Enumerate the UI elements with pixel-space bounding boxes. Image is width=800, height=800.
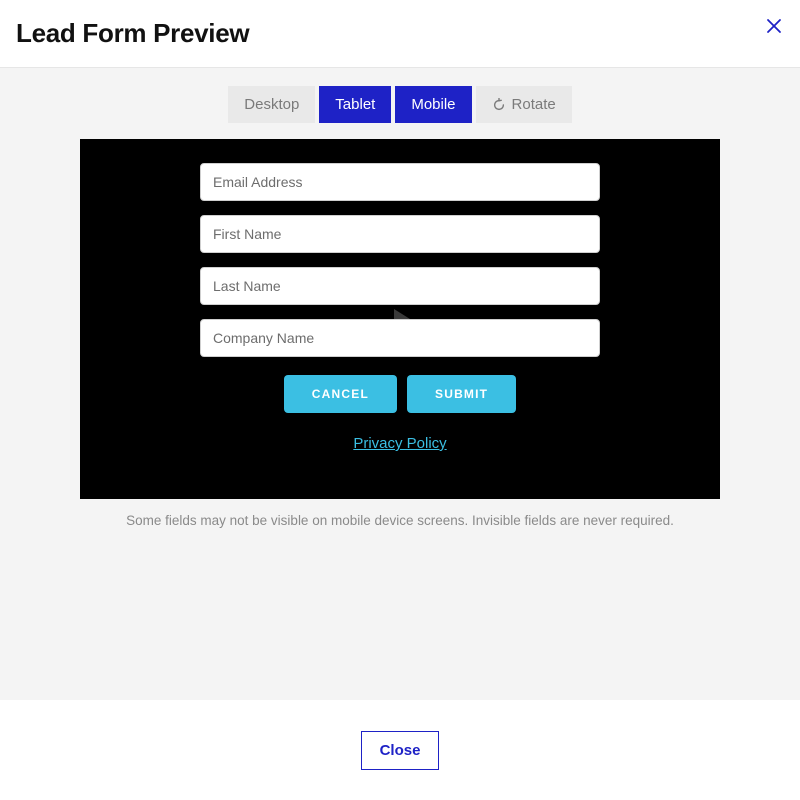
- cancel-button[interactable]: CANCEL: [284, 375, 397, 413]
- preview-surface: CANCEL SUBMIT Privacy Policy: [80, 139, 720, 499]
- rotate-icon: [492, 98, 506, 112]
- modal-header: Lead Form Preview: [0, 0, 800, 68]
- company-field[interactable]: [200, 319, 600, 357]
- submit-button[interactable]: SUBMIT: [407, 375, 516, 413]
- form-actions: CANCEL SUBMIT: [200, 375, 600, 413]
- tab-rotate[interactable]: Rotate: [476, 86, 572, 123]
- modal-footer: Close: [0, 700, 800, 800]
- tab-mobile[interactable]: Mobile: [395, 86, 471, 123]
- first-name-field[interactable]: [200, 215, 600, 253]
- device-tabs: Desktop Tablet Mobile Rotate: [228, 86, 571, 123]
- close-button[interactable]: Close: [361, 731, 440, 770]
- last-name-field[interactable]: [200, 267, 600, 305]
- tab-rotate-label: Rotate: [512, 96, 556, 113]
- privacy-policy-link[interactable]: Privacy Policy: [200, 435, 600, 452]
- tab-desktop[interactable]: Desktop: [228, 86, 315, 123]
- lead-form-preview-modal: Lead Form Preview Desktop Tablet Mobile …: [0, 0, 800, 800]
- email-field[interactable]: [200, 163, 600, 201]
- close-icon[interactable]: [766, 18, 782, 34]
- lead-form: CANCEL SUBMIT Privacy Policy: [200, 163, 600, 499]
- modal-title: Lead Form Preview: [16, 18, 249, 49]
- hint-text: Some fields may not be visible on mobile…: [126, 513, 674, 528]
- tab-tablet[interactable]: Tablet: [319, 86, 391, 123]
- modal-body: Desktop Tablet Mobile Rotate: [0, 68, 800, 700]
